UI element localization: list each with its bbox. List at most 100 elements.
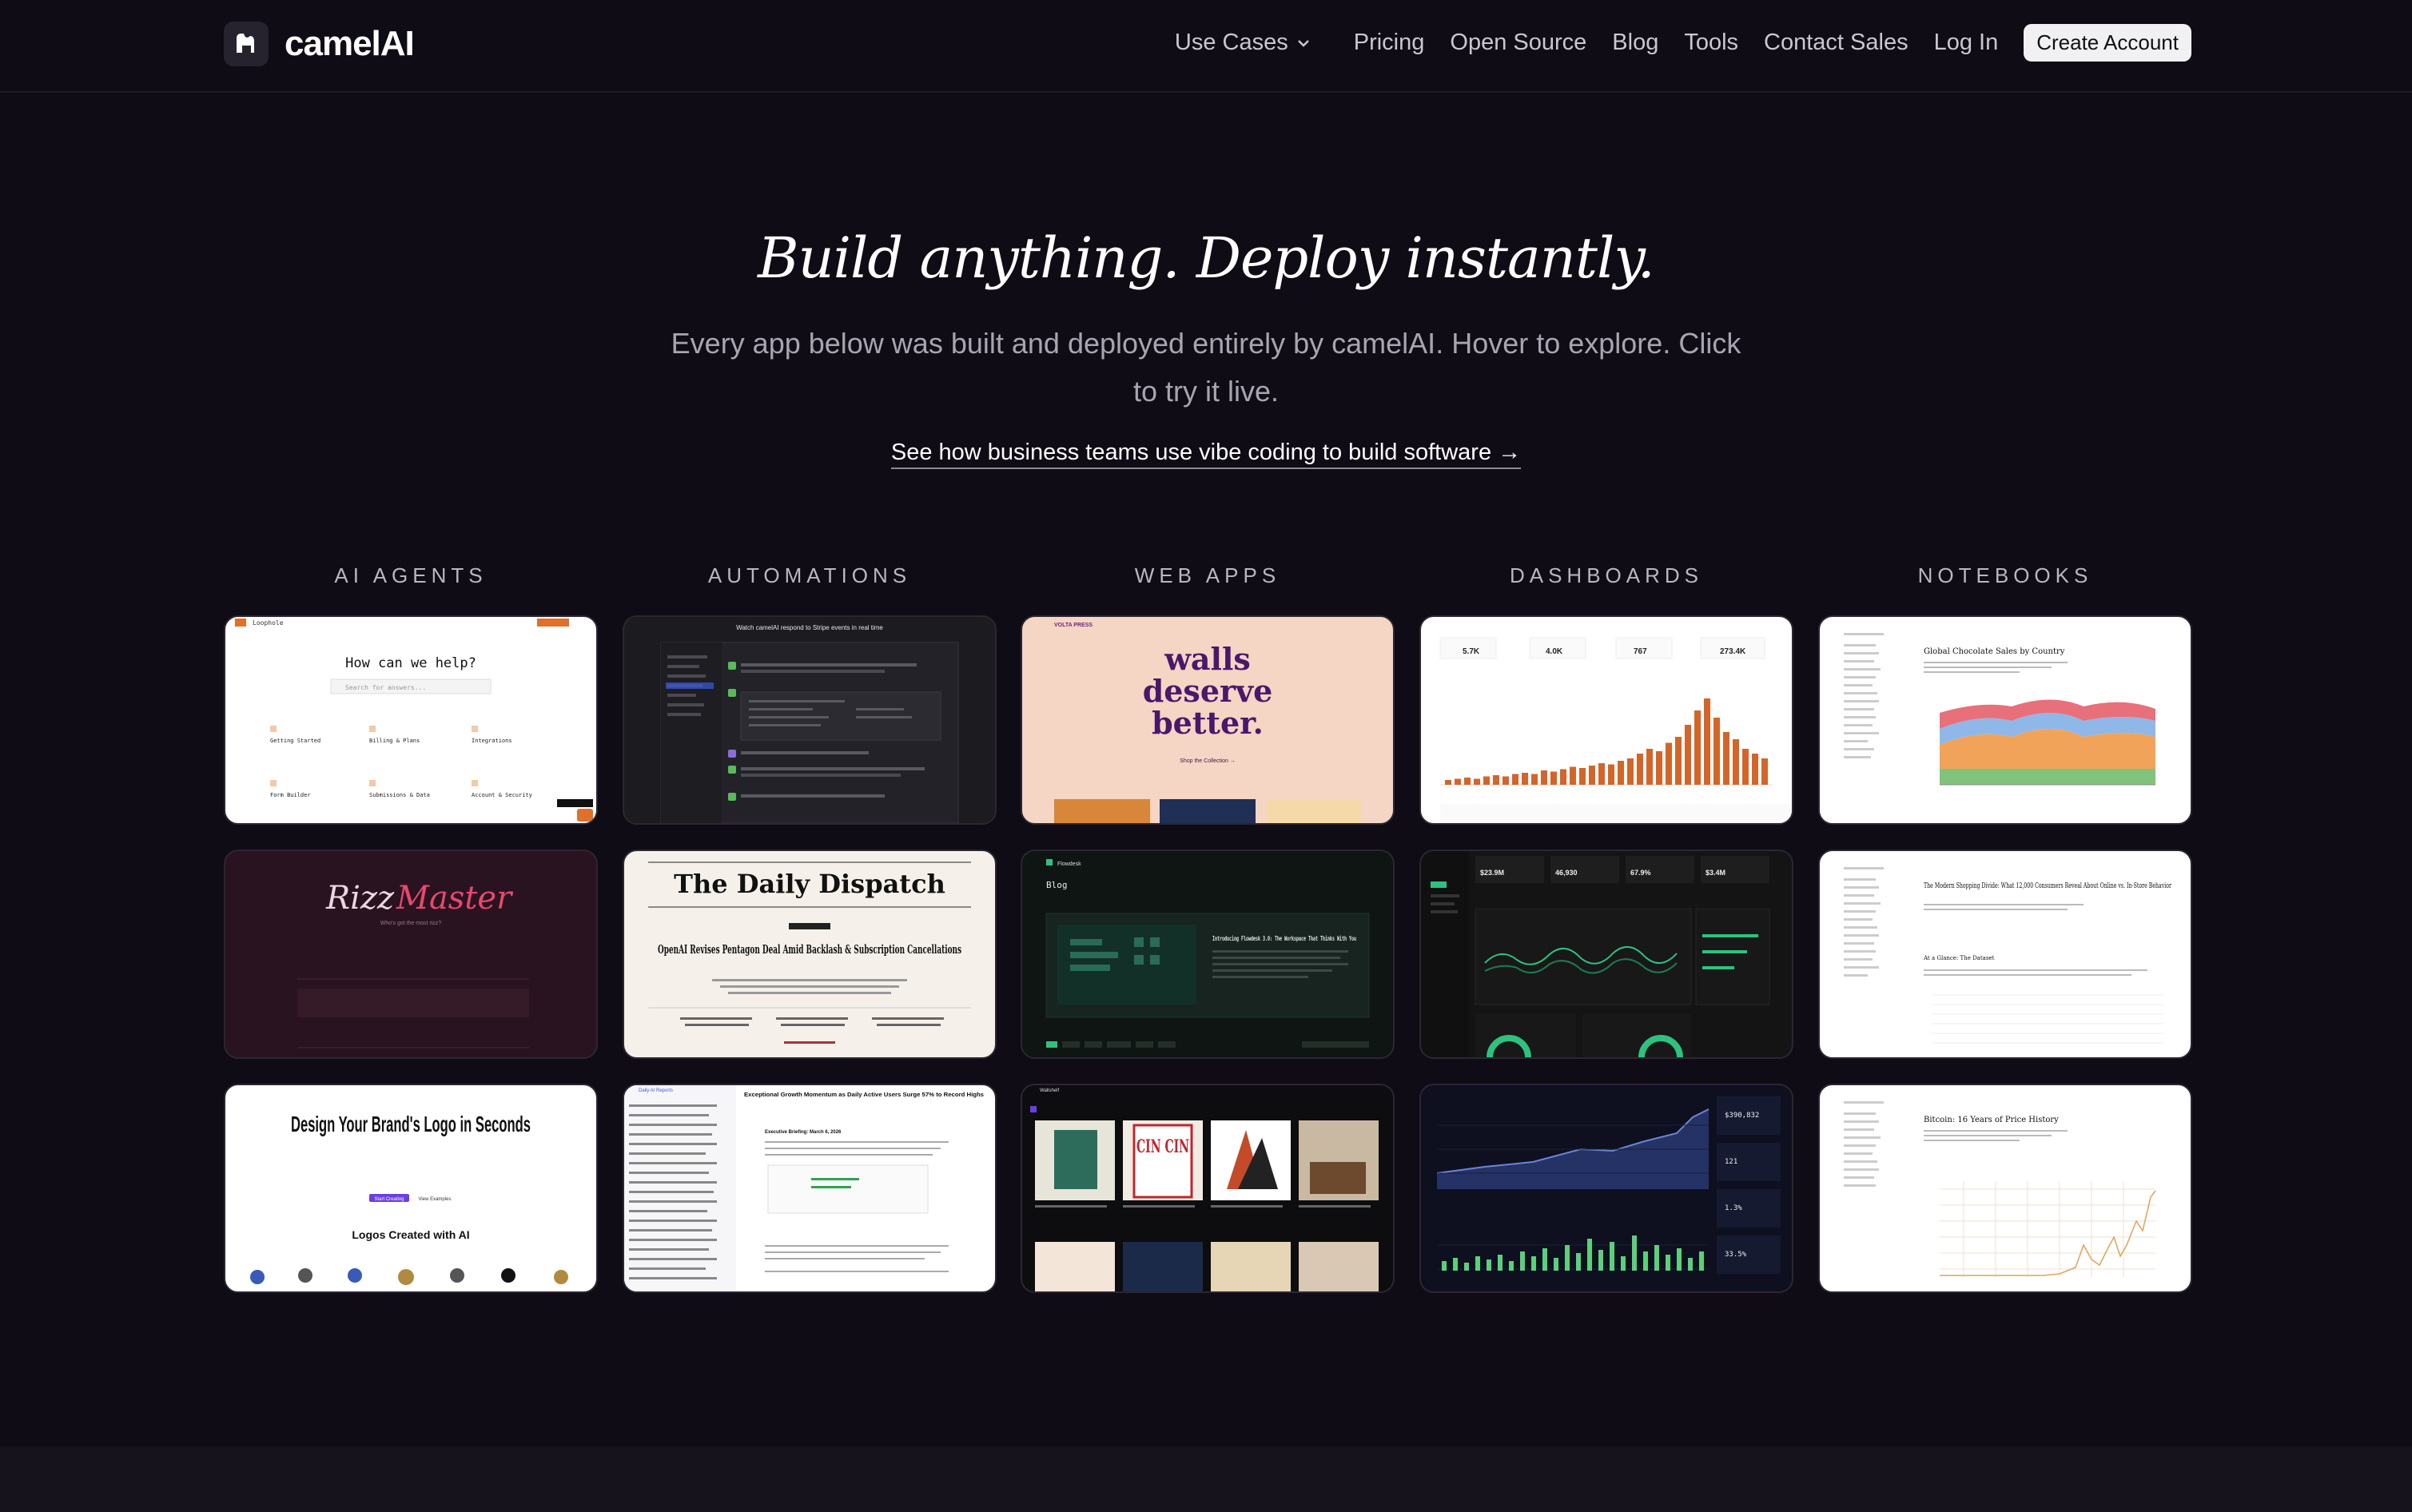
help-brand: Loophole (253, 619, 284, 627)
rizz-title-a: Rizz (325, 880, 395, 917)
dash2-stat-2: 46,930 (1555, 869, 1578, 877)
card-daily-dispatch-automation[interactable]: The Daily Dispatch OpenAI Revises Pentag… (623, 850, 997, 1059)
thumbnail-bar (1761, 758, 1768, 785)
thumbnail-bar (1675, 737, 1682, 785)
thumbnail-bar (1621, 1256, 1626, 1271)
nav-contact-sales[interactable]: Contact Sales (1764, 30, 1909, 56)
notebook2-title: The Modern Shopping Divide: What 12,000 … (1924, 882, 2171, 890)
thumbnail-bar (1733, 739, 1739, 785)
thumbnail-bar (1618, 761, 1624, 785)
business-teams-link[interactable]: See how business teams use vibe coding t… (890, 440, 1522, 469)
thumbnail-bar (1688, 1258, 1693, 1271)
thumbnail-bar (1666, 1255, 1670, 1271)
nav-log-in[interactable]: Log In (1934, 30, 1999, 56)
card-volta-press-webapp[interactable]: VOLTA PRESS walls deserve better. Shop t… (1021, 615, 1395, 825)
card-daily-reports-automation[interactable]: Daily AI Reports Exceptional Growth Mome… (623, 1084, 997, 1293)
automation-title: Watch camelAI respond to Stripe events i… (736, 624, 883, 631)
flowdesk-post-title: Introducing Flowdesk 3.0: The Workspace … (1212, 934, 1356, 942)
thumbnail-bar (1487, 1259, 1491, 1271)
rizz-tagline: Who's got the most rizz? (380, 921, 442, 926)
category-web-apps: WEB APPS (1134, 563, 1281, 587)
thumbnail-bar (1598, 763, 1605, 785)
thumbnail-bar (1704, 698, 1710, 785)
thumbnail-bar (1475, 1256, 1480, 1271)
help-topic-4[interactable]: Form Builder (270, 792, 311, 798)
thumbnail-bar (1627, 758, 1634, 785)
thumbnail-bar (1474, 778, 1480, 785)
dash1-stat-3: 767 (1634, 647, 1647, 656)
thumbnail-bar (1554, 1258, 1558, 1271)
card-dashboard-2[interactable]: $23.9M 46,930 67.9% $3.4M (1419, 850, 1793, 1059)
card-logo-maker-agent[interactable]: Design Your Brand's Logo in Seconds Star… (224, 1084, 598, 1293)
hero-title: Build anything. Deploy instantly. (758, 225, 1655, 291)
thumbnail-bar (1442, 1261, 1447, 1271)
thumbnail-bar (1576, 1253, 1581, 1271)
thumbnail-bar (1723, 732, 1729, 785)
card-stripe-automation[interactable]: Watch camelAI respond to Stripe events i… (623, 615, 997, 825)
card-flowdesk-webapp[interactable]: Flowdesk Blog Introducing Flowdesk 3.0: … (1021, 850, 1395, 1059)
nav-blog[interactable]: Blog (1612, 30, 1658, 56)
thumbnail-bar (1654, 1245, 1659, 1271)
volta-headline-1: walls (1164, 641, 1251, 677)
thumbnail-bar (1522, 773, 1528, 785)
footer-band (0, 1446, 2412, 1512)
card-notebook-chocolate[interactable]: Global Chocolate Sales by Country (1818, 615, 2192, 825)
brand-logo[interactable]: camelAI (224, 22, 415, 66)
thumbnail-bar (1608, 764, 1614, 785)
help-topic-2[interactable]: Billing & Plans (369, 738, 420, 744)
card-help-center-agent[interactable]: Loophole How can we help? Search for ans… (224, 615, 598, 825)
thumbnail-bar (1570, 766, 1576, 785)
rizz-title-b: Master (396, 880, 514, 917)
help-topic-6[interactable]: Account & Security (472, 792, 532, 798)
category-notebooks: NOTEBOOKS (1917, 563, 2093, 587)
top-nav: camelAI Use Cases Pricing Open Source Bl… (0, 0, 2412, 93)
card-wallshelf-webapp[interactable]: Wallshelf CIN CIN (1021, 1084, 1395, 1293)
notebook1-title: Global Chocolate Sales by Country (1924, 647, 2065, 656)
logo-maker-headline: Design Your Brand's Logo in Seconds (291, 1112, 531, 1136)
thumbnail-bar (1453, 1258, 1458, 1271)
help-search[interactable]: Search for answers... (345, 684, 426, 691)
thumbnail-bar (1685, 725, 1691, 785)
thumbnail-bar (1464, 778, 1471, 785)
thumbnail-bar (1445, 780, 1451, 785)
thumbnail-bar (1752, 754, 1758, 785)
thumbnail-bar (1520, 1251, 1525, 1271)
dispatch-masthead: The Daily Dispatch (674, 869, 945, 899)
reports-brand: Daily AI Reports (639, 1088, 673, 1093)
reports-headline: Exceptional Growth Momentum as Daily Act… (744, 1091, 984, 1098)
thumbnail-bar (1598, 1250, 1603, 1271)
card-notebook-bitcoin[interactable]: Bitcoin: 16 Years of Price History (1818, 1084, 2192, 1293)
category-dashboards: DASHBOARDS (1509, 563, 1704, 587)
thumbnail-bar (1455, 778, 1461, 785)
hero-subtitle: Every app below was built and deployed e… (671, 327, 1741, 408)
help-topic-3[interactable]: Integrations (472, 738, 512, 744)
help-topic-1[interactable]: Getting Started (270, 738, 320, 744)
card-rizz-master-agent[interactable]: Rizz Master Who's got the most rizz? (224, 850, 598, 1059)
thumbnail-bar (1637, 754, 1643, 785)
reports-section: Executive Briefing: March 6, 2026 (765, 1130, 842, 1135)
logo-maker-primary-button[interactable]: Start Creating (374, 1197, 404, 1202)
volta-headline-3: better. (1152, 705, 1264, 741)
card-notebook-shopping[interactable]: The Modern Shopping Divide: What 12,000 … (1818, 850, 2192, 1059)
card-dashboard-3[interactable]: $390,832 121 1.3% 33.5% (1419, 1084, 1793, 1293)
nav-tools[interactable]: Tools (1684, 30, 1738, 56)
card-dashboard-1[interactable]: 5.7K 4.0K 767 273.4K (1419, 615, 1793, 825)
dash1-stat-2: 4.0K (1546, 647, 1563, 656)
nav-use-cases[interactable]: Use Cases (1175, 30, 1311, 56)
create-account-button[interactable]: Create Account (2024, 24, 2191, 62)
nav-use-cases-label: Use Cases (1174, 30, 1288, 55)
help-topic-5[interactable]: Submissions & Data (369, 792, 430, 798)
thumbnail-bar (1610, 1242, 1614, 1271)
nav-pricing[interactable]: Pricing (1354, 30, 1425, 56)
logo-maker-secondary-button[interactable]: View Examples (419, 1197, 452, 1202)
thumbnail-bar (1646, 749, 1653, 785)
wallshelf-brand: Wallshelf (1040, 1088, 1059, 1093)
thumbnail-bar (1483, 776, 1490, 785)
thumbnail-bar (1677, 1248, 1682, 1271)
volta-cta[interactable]: Shop the Collection → (1180, 758, 1236, 764)
thumbnail-bar (1503, 776, 1509, 785)
nav-open-source[interactable]: Open Source (1450, 30, 1586, 56)
thumbnail-bar (1509, 1261, 1514, 1271)
notebook3-title: Bitcoin: 16 Years of Price History (1924, 1116, 2059, 1124)
dispatch-headline: OpenAI Revises Pentagon Deal Amid Backla… (658, 942, 961, 957)
